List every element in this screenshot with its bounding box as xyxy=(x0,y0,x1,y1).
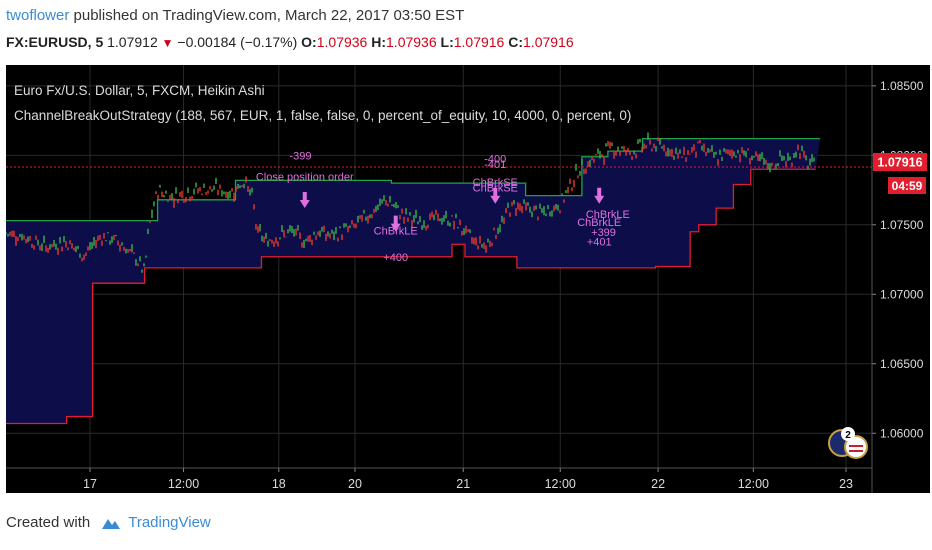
x-tick-label: 12:00 xyxy=(545,477,576,491)
y-tick-label: 1.08500 xyxy=(880,79,924,93)
created-with-text: Created with xyxy=(6,514,91,531)
published-text: published on TradingView.com, March 22, … xyxy=(69,7,465,24)
last-price-badge-text: 1.07916 xyxy=(877,156,922,170)
high-value: 1.07936 xyxy=(386,34,437,50)
y-tick-label: 1.06000 xyxy=(880,426,924,440)
high-label: H: xyxy=(371,34,387,50)
x-tick-label: 20 xyxy=(348,477,362,491)
y-tick-label: 1.07000 xyxy=(880,287,924,301)
footer: Created with TradingView xyxy=(6,514,211,531)
y-tick-label: 1.07500 xyxy=(880,218,924,232)
strategy-label: ChannelBreakOutStrategy (188, 567, EUR, … xyxy=(14,108,631,123)
low-value: 1.07916 xyxy=(453,34,505,50)
open-value: 1.07936 xyxy=(316,34,368,50)
price-change: −0.00184 (−0.17%) xyxy=(177,34,298,50)
countdown-badge: 04:59 xyxy=(888,177,926,194)
price-chart[interactable]: -399Close position orderChBrkLE+400-400-… xyxy=(5,65,930,493)
trade-annotation: +400 xyxy=(383,252,408,264)
x-tick-label: 22 xyxy=(651,477,665,491)
trade-annotation: -399 xyxy=(289,150,311,162)
last-price-badge: 1.07916 xyxy=(873,153,927,171)
x-tick-label: 21 xyxy=(456,477,470,491)
x-tick-label: 23 xyxy=(839,477,853,491)
close-label: C: xyxy=(508,34,524,50)
author-link[interactable]: twoflower xyxy=(6,7,69,24)
down-triangle-icon: ▼ xyxy=(161,36,174,50)
y-tick-label: 1.06500 xyxy=(880,357,924,371)
ohlc-line: FX:EURUSD, 5 1.07912 ▼ −0.00184 (−0.17%)… xyxy=(6,34,574,50)
chart-title: Euro Fx/U.S. Dollar, 5, FXCM, Heikin Ash… xyxy=(14,83,265,98)
x-tick-label: 18 xyxy=(272,477,286,491)
trade-annotation: Close position order xyxy=(256,171,354,183)
trade-annotation: -401 xyxy=(484,159,506,171)
x-tick-label: 12:00 xyxy=(738,477,769,491)
x-tick-label: 17 xyxy=(83,477,97,491)
svg-text:2: 2 xyxy=(845,430,851,441)
low-label: L: xyxy=(440,34,454,50)
tradingview-cloud-icon xyxy=(100,515,122,531)
trade-annotation: +401 xyxy=(587,237,612,249)
symbol-label: FX:EURUSD, 5 xyxy=(6,34,104,50)
publish-info: twoflower published on TradingView.com, … xyxy=(6,7,464,24)
last-price: 1.07912 xyxy=(107,34,158,50)
countdown-badge-text: 04:59 xyxy=(892,179,923,193)
chart-frame[interactable]: -399Close position orderChBrkLE+400-400-… xyxy=(5,65,930,493)
x-tick-label: 12:00 xyxy=(168,477,199,491)
tradingview-link[interactable]: TradingView xyxy=(128,514,211,531)
open-label: O: xyxy=(301,34,317,50)
close-value: 1.07916 xyxy=(523,34,574,50)
